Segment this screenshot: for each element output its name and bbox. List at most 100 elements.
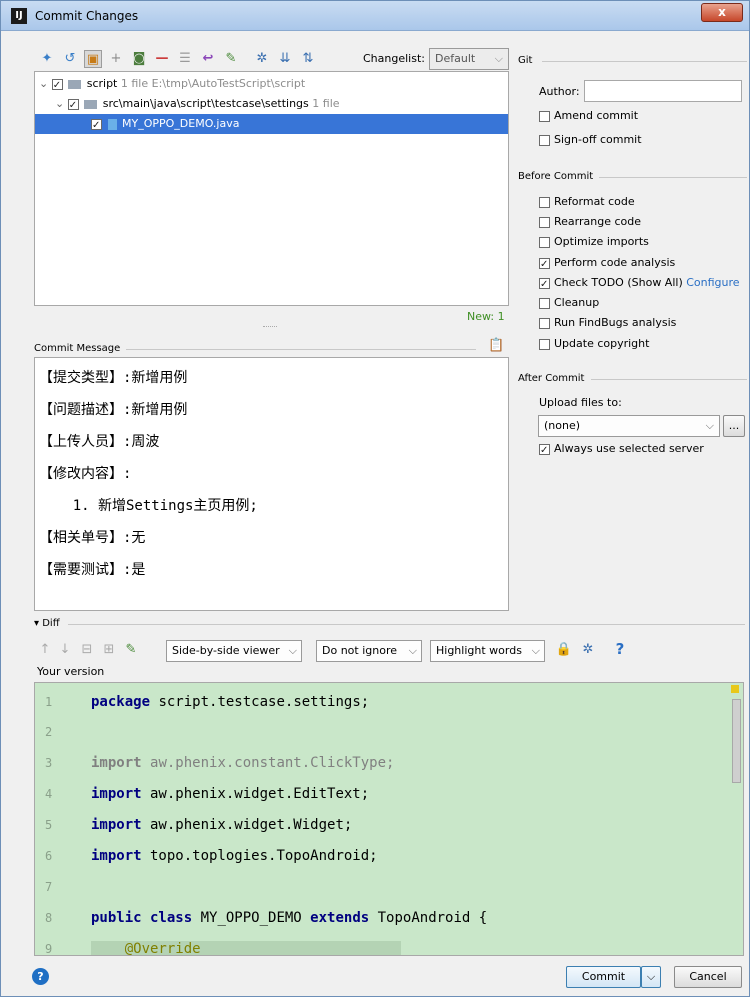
code-line: 3 import aw.phenix.constant.ClickType; — [35, 748, 743, 778]
intellij-app-icon: IJ — [11, 8, 27, 24]
option-checkbox[interactable] — [539, 338, 550, 350]
option-rearrange[interactable]: Rearrange code — [539, 212, 641, 232]
amend-commit-option[interactable]: Amend commit — [539, 106, 638, 126]
separator — [599, 177, 747, 178]
tree-row-file[interactable]: MY_OPPO_DEMO.java — [35, 114, 508, 136]
option-optimize[interactable]: Optimize imports — [539, 232, 649, 252]
java-file-icon — [107, 118, 117, 130]
cancel-button[interactable]: Cancel — [674, 966, 742, 988]
undo-icon[interactable]: ↩ — [199, 50, 217, 68]
prev-file-icon[interactable]: ⊟ — [78, 641, 96, 659]
file-checkbox[interactable] — [91, 116, 102, 136]
option-label: Run FindBugs analysis — [554, 316, 677, 329]
message-line: 【修改内容】: — [39, 466, 132, 482]
line-number: 5 — [45, 818, 53, 832]
code-line: 9 @Override — [35, 934, 743, 955]
expand-all-icon[interactable]: + — [107, 50, 125, 68]
option-checkbox[interactable] — [539, 216, 550, 228]
splitter-handle[interactable] — [263, 326, 277, 329]
option-checkbox[interactable] — [539, 236, 550, 248]
ignore-dropdown[interactable]: Do not ignore ⌵ — [316, 640, 422, 662]
option-label: Reformat code — [554, 195, 635, 208]
signoff-commit-option[interactable]: Sign-off commit — [539, 130, 642, 150]
author-label: Author: — [539, 85, 580, 98]
commit-button[interactable]: Commit — [566, 966, 641, 988]
configure-link[interactable]: Configure — [686, 276, 739, 289]
message-line: 1. 新增Settings主页用例; — [39, 498, 258, 514]
changes-tree[interactable]: ⌄ script 1 file E:\tmp\AutoTestScript\sc… — [34, 71, 509, 306]
highlight-value: Highlight words — [436, 644, 522, 657]
tree-status: New: 1 — [467, 310, 505, 323]
option-checkbox[interactable] — [539, 317, 550, 329]
diff-editor[interactable]: 1 package script.testcase.settings; 2 3 im… — [34, 682, 744, 956]
help-icon[interactable]: ? — [611, 640, 629, 658]
folder-meta: 1 file — [312, 97, 340, 110]
previous-diff-icon[interactable]: ↑ — [36, 641, 54, 659]
line-number: 6 — [45, 849, 53, 863]
expand-icon[interactable]: ⇊ — [276, 50, 294, 68]
upload-value: (none) — [544, 419, 581, 432]
diff-section-toggle[interactable]: ▾ Diff — [34, 618, 60, 629]
signoff-checkbox[interactable] — [539, 134, 550, 146]
line-number: 8 — [45, 911, 53, 925]
commit-message-label: Commit Message — [34, 343, 121, 354]
chevron-down-icon: ⌵ — [494, 52, 503, 65]
gear-icon[interactable]: ✲ — [579, 641, 597, 659]
refresh-icon[interactable]: ◙ — [130, 50, 148, 68]
upload-label: Upload files to: — [539, 396, 622, 409]
option-code-analysis[interactable]: Perform code analysis — [539, 253, 675, 275]
viewer-dropdown[interactable]: Side-by-side viewer ⌵ — [166, 640, 302, 662]
option-reformat[interactable]: Reformat code — [539, 192, 635, 212]
option-checkbox[interactable] — [539, 196, 550, 208]
next-diff-icon[interactable]: ↓ — [56, 641, 74, 659]
always-use-server-option[interactable]: Always use selected server — [539, 439, 704, 461]
scrollbar-thumb[interactable] — [732, 699, 741, 783]
settings-icon[interactable]: ✲ — [253, 50, 271, 68]
chevron-down-icon[interactable]: ⌄ — [55, 97, 64, 110]
help-button[interactable]: ? — [32, 968, 49, 985]
option-findbugs[interactable]: Run FindBugs analysis — [539, 313, 676, 333]
option-copyright[interactable]: Update copyright — [539, 334, 649, 354]
folder-checkbox[interactable] — [67, 96, 79, 116]
always-checkbox[interactable] — [539, 441, 550, 461]
changelist-dropdown[interactable]: Default ⌵ — [429, 48, 509, 70]
always-label: Always use selected server — [554, 442, 704, 455]
rollback-icon[interactable]: ↺ — [61, 50, 79, 68]
tree-row-folder[interactable]: ⌄ src\main\java\script\testcase\settings… — [35, 94, 508, 116]
option-label: Update copyright — [554, 337, 650, 350]
show-diff-icon[interactable]: ▣ — [84, 50, 102, 68]
move-changes-icon[interactable]: ✦ — [38, 50, 56, 68]
highlight-dropdown[interactable]: Highlight words ⌵ — [430, 640, 545, 662]
lock-icon[interactable]: 🔒 — [555, 641, 573, 659]
commit-options-button[interactable]: ⌵ — [641, 966, 661, 988]
tree-row-root[interactable]: ⌄ script 1 file E:\tmp\AutoTestScript\sc… — [35, 74, 508, 96]
collapse-triangle-icon: ▾ — [34, 618, 40, 629]
chevron-down-icon: ⌵ — [531, 644, 540, 657]
close-button[interactable]: x — [701, 3, 743, 22]
edit-source-icon[interactable]: ✎ — [222, 50, 240, 68]
message-history-icon[interactable]: 📋 — [488, 338, 504, 353]
root-checkbox[interactable] — [51, 76, 63, 96]
line-number: 3 — [45, 756, 53, 770]
message-line: 【相关单号】:无 — [39, 530, 146, 546]
signoff-label: Sign-off commit — [554, 133, 642, 146]
browse-button[interactable]: ... — [723, 415, 745, 437]
option-checkbox[interactable] — [539, 275, 550, 295]
edit-source-icon[interactable]: ✎ — [122, 641, 140, 659]
option-cleanup[interactable]: Cleanup — [539, 293, 599, 313]
change-marker — [731, 685, 739, 693]
collapse-icon[interactable]: ⇅ — [299, 50, 317, 68]
option-check-todo[interactable]: Check TODO (Show All) Configure — [539, 273, 740, 295]
amend-checkbox[interactable] — [539, 110, 550, 122]
collapse-all-icon[interactable]: — — [153, 50, 171, 68]
next-file-icon[interactable]: ⊞ — [100, 641, 118, 659]
commit-message-textarea[interactable]: 【提交类型】:新增用例 【问题描述】:新增用例 【上传人员】:周波 【修改内容】… — [34, 357, 509, 611]
option-checkbox[interactable] — [539, 297, 550, 309]
group-by-icon[interactable]: ☰ — [176, 50, 194, 68]
option-checkbox[interactable] — [539, 255, 550, 275]
code-line: 6 import topo.toplogies.TopoAndroid; — [35, 841, 743, 871]
upload-server-dropdown[interactable]: (none) ⌵ — [538, 415, 720, 437]
separator — [68, 624, 745, 625]
author-input[interactable] — [584, 80, 742, 102]
chevron-down-icon[interactable]: ⌄ — [39, 77, 48, 90]
